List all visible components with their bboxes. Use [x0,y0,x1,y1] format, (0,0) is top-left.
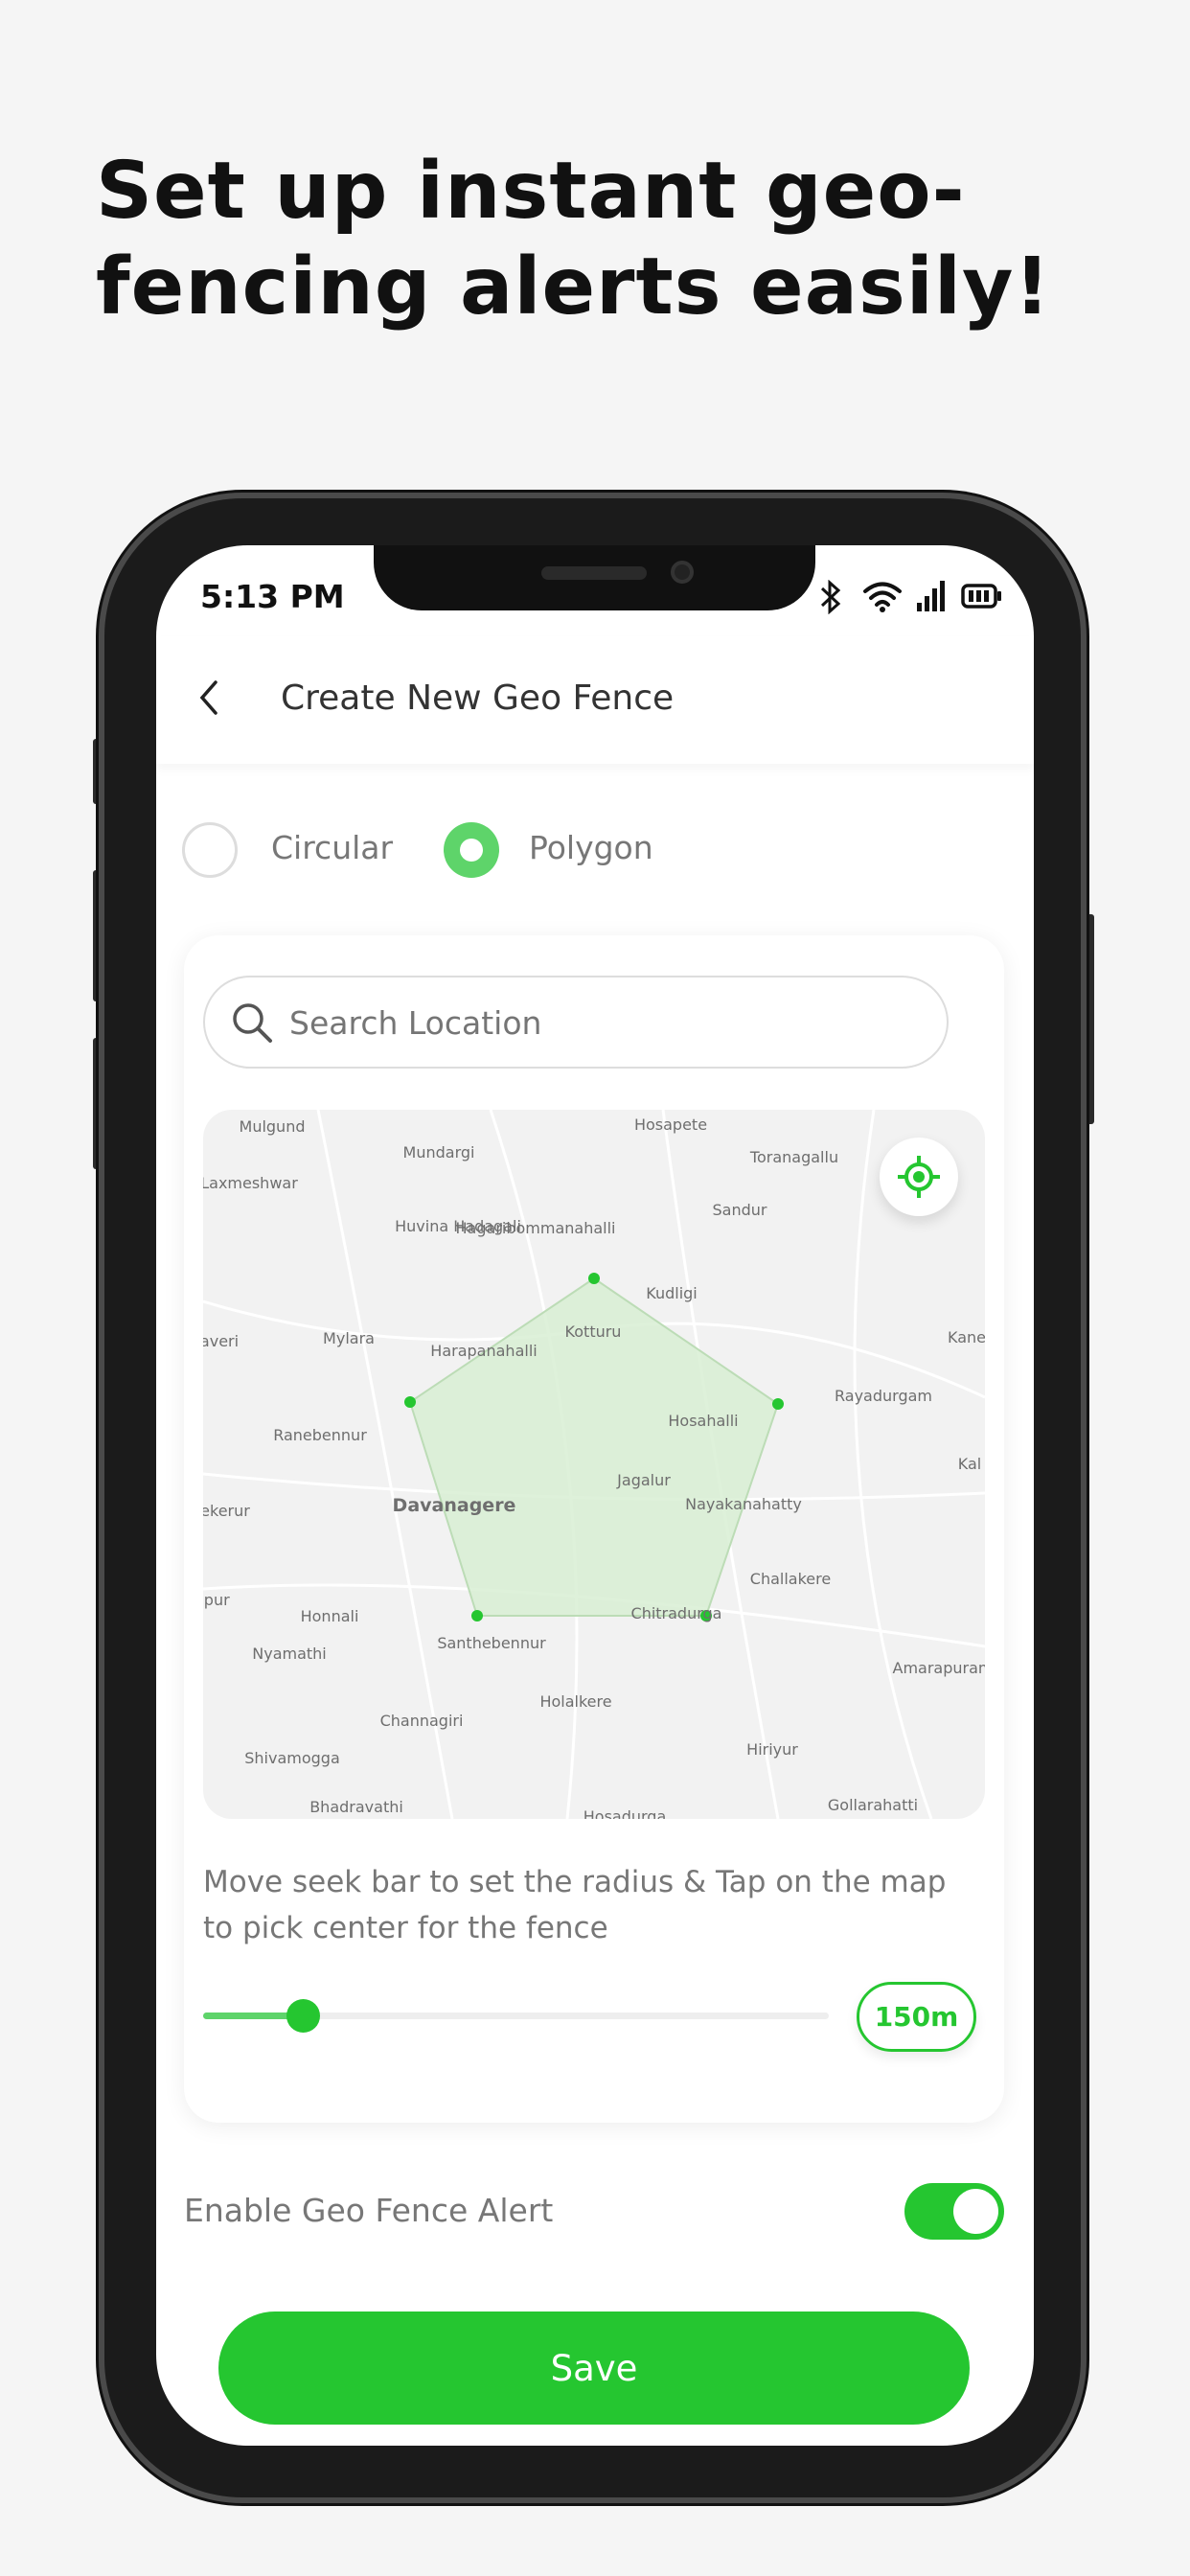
speaker [541,566,647,580]
save-button[interactable]: Save [218,2312,970,2425]
page-title: Create New Geo Fence [281,678,675,718]
crosshair-location-icon [898,1156,940,1198]
map-place-label: Ranebennur [273,1426,367,1444]
headline: Set up instant geo-fencing alerts easily… [96,146,1051,333]
enable-alert-toggle[interactable] [904,2183,1004,2240]
radio-polygon[interactable] [444,822,499,878]
radius-slider-thumb[interactable] [286,1999,321,2033]
phone-power-button [1086,914,1094,1124]
search-input[interactable] [289,999,903,1046]
locate-me-button[interactable] [880,1138,958,1216]
wifi-icon [863,582,902,612]
radio-polygon-label[interactable]: Polygon [529,829,653,866]
map-place-label: Sandur [712,1201,767,1219]
map-roads [203,1110,985,1819]
radius-value-badge: 150m [857,1982,976,2052]
battery-icon [961,584,1001,609]
map-place-label: Hosapete [633,1116,708,1134]
map-place-label: Kudligi [646,1284,698,1302]
map-place-label: Hosadurga [583,1807,667,1819]
instruction-text: Move seek bar to set the radius & Tap on… [203,1865,947,1945]
map-place-label: Hosahalli [668,1412,739,1430]
camera [671,561,694,584]
polygon-vertex[interactable] [404,1396,416,1408]
map-place-label: Holalkere [539,1692,612,1711]
map-place-label: Mundargi [402,1143,475,1162]
search-icon [233,1003,272,1043]
signal-icon [917,581,945,611]
phone-screen: 5:13 PM Create New Geo Fence Circular Po… [156,545,1034,2446]
radio-circular-label[interactable]: Circular [271,829,393,866]
map-place-label: Santhebennur [437,1634,546,1652]
map-place-label: Nayakanahatty [685,1495,802,1513]
map-place-label: Challakere [749,1570,832,1588]
map-place-label: ipur [203,1591,230,1609]
map-place-label: Hagaribommanahalli [455,1219,616,1237]
polygon-vertex[interactable] [772,1398,784,1410]
map-place-label: Hiriyur [746,1740,798,1759]
search-field[interactable] [203,976,949,1069]
map-place-label: Nyamathi [252,1644,327,1663]
map-place-label: Jagalur [617,1471,671,1489]
map-place-label: Kotturu [564,1322,622,1341]
map-place-label: Davanagere [392,1495,516,1516]
radio-circular[interactable] [182,822,238,878]
map-place-label: Chitradurga [630,1604,722,1622]
app-header: Create New Geo Fence [156,636,1034,764]
map-place-label: averi [203,1332,240,1350]
fence-card: Mulgund Hosapete Mundargi Toranagallu Laxmes… [184,935,1004,2123]
map-place-label: Kane [948,1328,985,1346]
map-place-label: Mylara [323,1329,375,1347]
map-place-label: ekerur [203,1502,250,1520]
map-place-label: Channagiri [379,1712,464,1730]
status-time: 5:13 PM [200,578,345,615]
map-place-label: Gollarahatti [827,1796,919,1814]
map-place-label: Honnali [300,1607,359,1625]
chevron-left-icon[interactable] [195,678,223,717]
bluetooth-icon [820,580,841,614]
map-view[interactable]: Mulgund Hosapete Mundargi Toranagallu Laxmes… [203,1110,985,1819]
map-place-label: Shivamogga [244,1749,340,1767]
map-place-label: Mulgund [239,1117,306,1136]
map-place-label: Bhadravathi [309,1798,403,1816]
polygon-vertex[interactable] [588,1273,600,1284]
map-place-label: Kal [957,1455,982,1473]
map-place-label: Rayadurgam [835,1387,932,1405]
radius-slider-track[interactable] [203,1999,829,2033]
map-place-label: Harapanahalli [430,1342,538,1360]
enable-alert-label: Enable Geo Fence Alert [184,2192,554,2229]
map-place-label: Amarapuram [892,1659,985,1677]
notch [374,545,815,610]
polygon-vertex[interactable] [471,1610,483,1622]
map-place-label: Laxmeshwar [203,1174,298,1192]
map-place-label: Toranagallu [749,1148,839,1166]
